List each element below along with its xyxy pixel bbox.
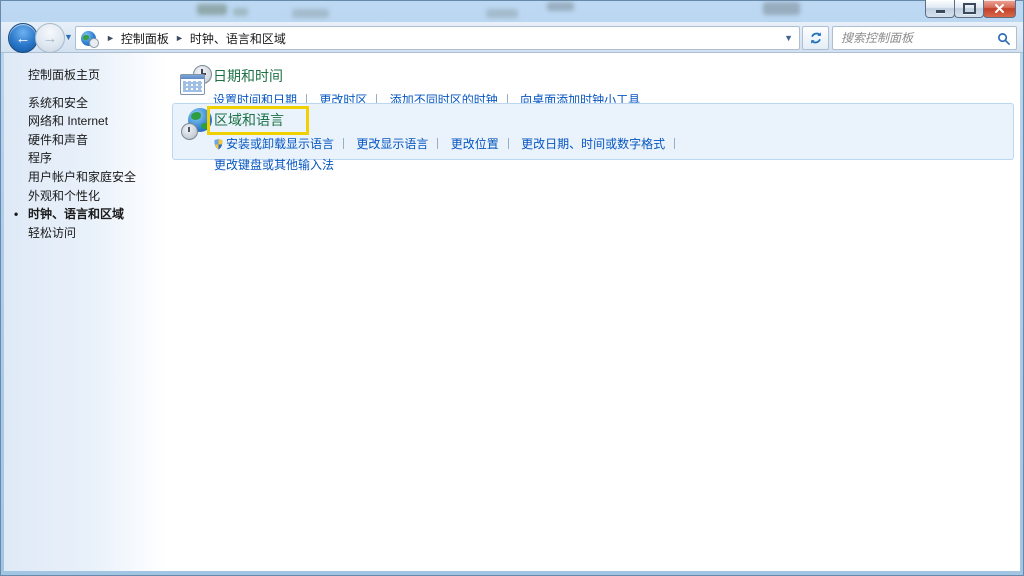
sidebar-item[interactable]: •轻松访问: [4, 224, 166, 243]
breadcrumb-item[interactable]: 控制面板: [121, 30, 169, 47]
breadcrumb: ► 控制面板 ► 时钟、语言和区域: [100, 30, 286, 47]
sidebar-category-list: •系统和安全 •网络和 Internet •硬件和声音 •程序: [4, 94, 166, 243]
navigation-toolbar: ← → ▼ ► 控制面板 ► 时钟、语言和区域 ▼: [1, 22, 1023, 53]
sidebar-item[interactable]: •外观和个性化: [4, 187, 166, 206]
link-separator: [343, 138, 344, 149]
task-link-label: 更改键盘或其他输入法: [214, 158, 334, 172]
uac-shield-icon: [214, 139, 223, 153]
sidebar-item[interactable]: •程序: [4, 149, 166, 168]
close-button[interactable]: [983, 0, 1016, 18]
redaction-blur: [486, 9, 518, 18]
region-language-title[interactable]: 区域和语言: [214, 112, 284, 128]
region-language-links-row1: 安装或卸载显示语言 更改显示语言 更改位置 更改日期、时间或数字格式: [214, 135, 1005, 153]
minimize-icon: [936, 10, 945, 13]
sidebar-item-home[interactable]: 控制面板主页: [4, 66, 166, 85]
redaction-blur: [233, 8, 248, 16]
main-content: 日期和时间 设置时间和日期 更改时区 添加不同时区的时钟 向桌面添加时钟小工具: [166, 53, 1020, 571]
recent-pages-dropdown[interactable]: ▼: [64, 32, 73, 42]
window-body: 控制面板主页 •系统和安全 •网络和 Internet •硬件和声音: [4, 53, 1020, 571]
chevron-down-icon: ▼: [784, 33, 793, 43]
caption-buttons: [926, 0, 1016, 18]
sidebar-item-label: 网络和 Internet: [28, 114, 108, 128]
annotation-highlight-box: 区域和语言: [207, 106, 309, 135]
task-link-label: 安装或卸载显示语言: [226, 137, 334, 151]
search-icon[interactable]: [997, 32, 1010, 45]
sidebar-item-label: 系统和安全: [28, 96, 88, 110]
maximize-icon: [963, 3, 976, 14]
refresh-button[interactable]: [802, 26, 829, 50]
forward-button[interactable]: →: [35, 23, 65, 53]
refresh-icon: [809, 31, 823, 45]
sidebar-item[interactable]: •硬件和声音: [4, 131, 166, 150]
clock-icon: [89, 38, 99, 48]
task-link-label: 更改日期、时间或数字格式: [521, 137, 665, 151]
task-link[interactable]: 更改位置: [451, 137, 518, 151]
task-link[interactable]: 更改日期、时间或数字格式: [521, 137, 684, 151]
region-language-body: 区域和语言 安装或卸载显示语言 更改显示语言 更改位置 更改日期、时间或数字格式: [214, 106, 1005, 173]
close-icon: [994, 3, 1005, 14]
sidebar-item[interactable]: • 时钟、语言和区域: [4, 205, 166, 224]
address-dropdown-button[interactable]: ▼: [778, 27, 799, 49]
breadcrumb-arrow-icon: ►: [175, 33, 184, 43]
explorer-window: ← → ▼ ► 控制面板 ► 时钟、语言和区域 ▼: [0, 0, 1024, 576]
minimize-button[interactable]: [925, 0, 955, 18]
task-link[interactable]: 更改键盘或其他输入法: [214, 158, 334, 172]
sidebar-item[interactable]: •系统和安全: [4, 94, 166, 113]
back-button[interactable]: ←: [8, 23, 38, 53]
maximize-button[interactable]: [954, 0, 984, 18]
current-item-bullet: •: [14, 205, 18, 224]
search-input[interactable]: [839, 30, 991, 46]
task-link[interactable]: 更改显示语言: [356, 137, 447, 151]
redaction-blur: [292, 9, 329, 18]
redaction-blur: [197, 4, 227, 15]
sidebar-item[interactable]: •用户帐户和家庭安全: [4, 168, 166, 187]
sidebar: 控制面板主页 •系统和安全 •网络和 Internet •硬件和声音: [4, 53, 166, 571]
sidebar-item[interactable]: •网络和 Internet: [4, 112, 166, 131]
task-link[interactable]: 安装或卸载显示语言: [214, 137, 353, 151]
sidebar-item-label: 用户帐户和家庭安全: [28, 170, 136, 184]
sidebar-item-label: 时钟、语言和区域: [28, 207, 124, 221]
compass-icon: [181, 123, 198, 140]
date-time-icon[interactable]: [180, 65, 212, 97]
region-language-section[interactable]: 区域和语言 安装或卸载显示语言 更改显示语言 更改位置 更改日期、时间或数字格式: [172, 103, 1014, 160]
redaction-blur: [763, 2, 800, 15]
sidebar-item-label: 硬件和声音: [28, 133, 88, 147]
date-time-section: 日期和时间 设置时间和日期 更改时区 添加不同时区的时钟 向桌面添加时钟小工具: [213, 66, 640, 108]
control-panel-icon: [81, 31, 96, 46]
title-bar[interactable]: [0, 0, 1024, 22]
sidebar-item-label: 轻松访问: [28, 226, 76, 240]
search-box: [832, 26, 1017, 50]
link-separator: [674, 138, 675, 149]
link-separator: [508, 138, 509, 149]
redaction-blur: [547, 2, 574, 11]
back-icon: ←: [16, 30, 31, 47]
date-time-title[interactable]: 日期和时间: [213, 66, 640, 86]
sidebar-item-label: 外观和个性化: [28, 189, 100, 203]
forward-icon: →: [43, 30, 58, 47]
chevron-down-icon: ▼: [64, 32, 73, 42]
task-link-label: 更改显示语言: [356, 137, 428, 151]
link-separator: [437, 138, 438, 149]
calendar-icon: [180, 74, 205, 95]
task-link-label: 更改位置: [451, 137, 499, 151]
sidebar-item-label: 程序: [28, 151, 52, 165]
address-bar[interactable]: ► 控制面板 ► 时钟、语言和区域 ▼: [75, 26, 800, 50]
breadcrumb-arrow-icon: ►: [106, 33, 115, 43]
breadcrumb-item[interactable]: 时钟、语言和区域: [190, 30, 286, 47]
region-language-links-row2: 更改键盘或其他输入法: [214, 156, 1005, 173]
